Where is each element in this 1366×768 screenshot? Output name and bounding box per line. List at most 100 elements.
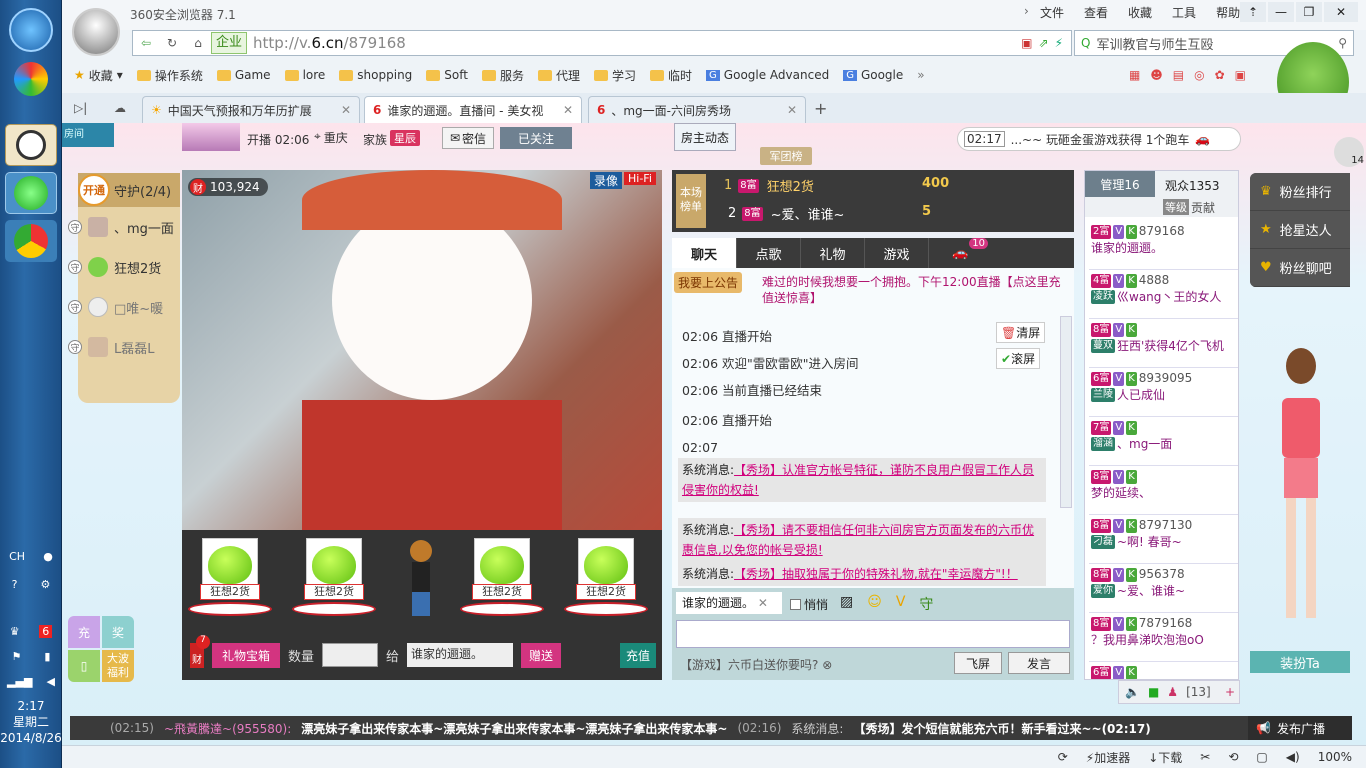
tab-chat[interactable]: 聊天	[672, 238, 736, 268]
fav-item[interactable]: shopping	[339, 68, 412, 82]
tab-song[interactable]: 点歌	[736, 238, 800, 268]
fan-rank-button[interactable]: ♛ 粉丝排行	[1250, 173, 1350, 211]
sidebar-toggle-icon[interactable]: ▷|	[74, 101, 87, 115]
taskbar-chrome[interactable]	[5, 220, 57, 262]
audience-user[interactable]: 8富 V K 956378 爱你 ~爱、谁谁~	[1089, 564, 1238, 613]
battery-icon[interactable]: ▮	[44, 650, 50, 663]
guard-open-button[interactable]: 开通	[78, 174, 110, 206]
dress-up-button[interactable]: 装扮Ta	[1250, 651, 1350, 673]
phone-icon[interactable]: ▯	[68, 650, 100, 682]
fav-item[interactable]: 操作系统	[136, 67, 203, 84]
audience-user[interactable]: 4富 V K 4888 凌跃 巛wang丶王的女人	[1089, 270, 1238, 319]
clock[interactable]: 2:17 星期二 2014/8/26	[0, 698, 62, 746]
audience-user[interactable]: 8富 V K 8797130 刁磊 ~啊! 春哥~	[1089, 515, 1238, 564]
plus-icon[interactable]: +	[1225, 685, 1235, 699]
benefit-promo[interactable]: 大波福利	[102, 650, 134, 682]
scissors-icon[interactable]: ✂	[1200, 750, 1210, 764]
search-icon[interactable]: ⚲	[1338, 36, 1347, 50]
gift-slot[interactable]: 狂想2货	[292, 538, 376, 618]
game-tip[interactable]: 【游戏】六币白送你要吗? ⊗	[680, 656, 832, 673]
enterprise-mode-button[interactable]: 企业	[211, 32, 248, 54]
gift-slot[interactable]: 狂想2货	[460, 538, 544, 618]
dancing-avatar[interactable]	[404, 540, 438, 618]
search-engine-icon[interactable]: Q	[1081, 36, 1090, 50]
download-button[interactable]: ↓下载	[1148, 749, 1182, 766]
guard-item[interactable]: 守、mg一面	[68, 207, 174, 247]
more-favorites-icon[interactable]: »	[917, 68, 924, 82]
fav-item[interactable]: Game	[216, 68, 271, 82]
signal-icon[interactable]: ▂▄▆	[7, 675, 32, 688]
send-button[interactable]: 发言	[1008, 652, 1070, 674]
record-button[interactable]: 录像	[590, 172, 623, 189]
rank-row[interactable]: 2 8富 ~爱、谁谁~	[728, 204, 844, 223]
tab-close-icon[interactable]: ✕	[563, 103, 573, 117]
zoom-level[interactable]: 100%	[1318, 750, 1352, 764]
chat-target-select[interactable]: 谁家的逦逦。 ✕	[676, 592, 782, 614]
gift-slot[interactable]: 狂想2货	[188, 538, 272, 618]
reload-icon[interactable]: ↻	[159, 36, 185, 50]
menu-expand-icon[interactable]: ›	[1024, 4, 1029, 18]
recipient-select[interactable]: 谁家的逦逦。	[407, 643, 514, 667]
home-icon[interactable]: ⌂	[185, 36, 211, 50]
accelerator-button[interactable]: ⚡加速器	[1086, 749, 1130, 766]
video-player[interactable]: 财 103,924 录像 Hi-Fi	[182, 170, 662, 530]
sort-contrib[interactable]: 贡献	[1191, 199, 1215, 216]
sort-grade[interactable]: 等级	[1163, 199, 1189, 215]
audience-user[interactable]: 8富 V K 7879168 ？我用鼻涕吹泡泡oO	[1089, 613, 1238, 662]
ticker[interactable]: 02:17 ...~~ 玩砸金蛋游戏获得 1个跑车 🚗	[957, 127, 1241, 151]
hifi-button[interactable]: Hi-Fi	[624, 172, 656, 185]
army-rank-tab[interactable]: 军团榜	[760, 147, 812, 165]
tab-live-room[interactable]: 6 谁家的逦逦。直播间 - 美女视 ✕	[364, 96, 582, 123]
rank-row[interactable]: 1 8富 狂想2货	[724, 176, 814, 195]
gift-box-button[interactable]: 礼物宝箱	[212, 642, 281, 668]
emoji-icon[interactable]: ☺	[867, 594, 882, 614]
reward-promo[interactable]: 奖	[102, 616, 134, 648]
volume-icon[interactable]: ◀	[46, 675, 54, 688]
share-icon[interactable]: ⇗	[1039, 36, 1049, 50]
image-icon[interactable]: ▨	[840, 594, 853, 614]
lang-indicator[interactable]: CH	[9, 550, 25, 563]
tab-weather[interactable]: ☀ 中国天气预报和万年历扩展 ✕	[142, 96, 360, 123]
minimize-button[interactable]: —	[1268, 2, 1294, 22]
fav-item[interactable]: 服务	[481, 67, 524, 84]
menu-favorites[interactable]: 收藏	[1128, 4, 1152, 21]
back-icon[interactable]: ⇦	[133, 36, 159, 50]
tab-game[interactable]: 游戏	[864, 238, 928, 268]
guard-item[interactable]: 守 □唯~暖	[68, 287, 163, 327]
speed-icon[interactable]: ⚡	[1055, 36, 1063, 50]
gift-slot[interactable]: 狂想2货	[564, 538, 648, 618]
tab-close-icon[interactable]: ✕	[787, 103, 797, 117]
taskbar-browser-360[interactable]	[5, 124, 57, 166]
cloud-icon[interactable]: ☁	[114, 101, 126, 115]
guard-item[interactable]: 守狂想2货	[68, 247, 161, 287]
accel-icon[interactable]: ⟳	[1058, 750, 1068, 764]
host-news-button[interactable]: 房主动态	[674, 123, 736, 151]
guard-item[interactable]: 守 L磊磊L	[68, 327, 155, 367]
fav-item[interactable]: 临时	[650, 67, 692, 84]
fav-item[interactable]: G Google Advanced	[706, 68, 829, 82]
qty-input[interactable]	[322, 643, 379, 667]
tab-gift[interactable]: 礼物	[800, 238, 864, 268]
audience-user[interactable]: 8富 V K 梦的延续、	[1089, 466, 1238, 515]
pin-icon[interactable]: ⇡	[1240, 2, 1266, 22]
address-bar[interactable]: ⇦ ↻ ⌂ 企业 http://v.6.cn/879168 ▣ ⇗ ⚡	[132, 30, 1072, 56]
fav-item[interactable]: Soft	[426, 68, 468, 82]
tab-mg[interactable]: 6 、mg一面-六间房秀场 ✕	[588, 96, 806, 123]
tray-6cn-icon[interactable]: 6	[39, 625, 53, 638]
flag-icon[interactable]: ⚑	[12, 650, 22, 663]
menu-help[interactable]: 帮助	[1216, 4, 1240, 21]
taskbar-app-icon[interactable]	[5, 58, 57, 100]
close-icon[interactable]: ✕	[758, 596, 768, 610]
fav-item[interactable]: G Google	[843, 68, 903, 82]
fav-item[interactable]: lore	[284, 68, 325, 82]
tray-app-icon[interactable]: ♛	[10, 625, 20, 638]
star-grab-button[interactable]: ★ 抢星达人	[1250, 211, 1350, 249]
taskbar-refresh-app[interactable]	[5, 172, 57, 214]
help-icon[interactable]: ?	[12, 578, 18, 591]
family-badge[interactable]: 星辰	[390, 130, 420, 146]
menu-view[interactable]: 查看	[1084, 4, 1108, 21]
fav-item[interactable]: 学习	[594, 67, 636, 84]
host-avatar[interactable]	[182, 123, 240, 151]
tab-managers[interactable]: 管理16	[1085, 171, 1155, 197]
search-input[interactable]: 军训教官与师生互殴	[1096, 34, 1213, 53]
